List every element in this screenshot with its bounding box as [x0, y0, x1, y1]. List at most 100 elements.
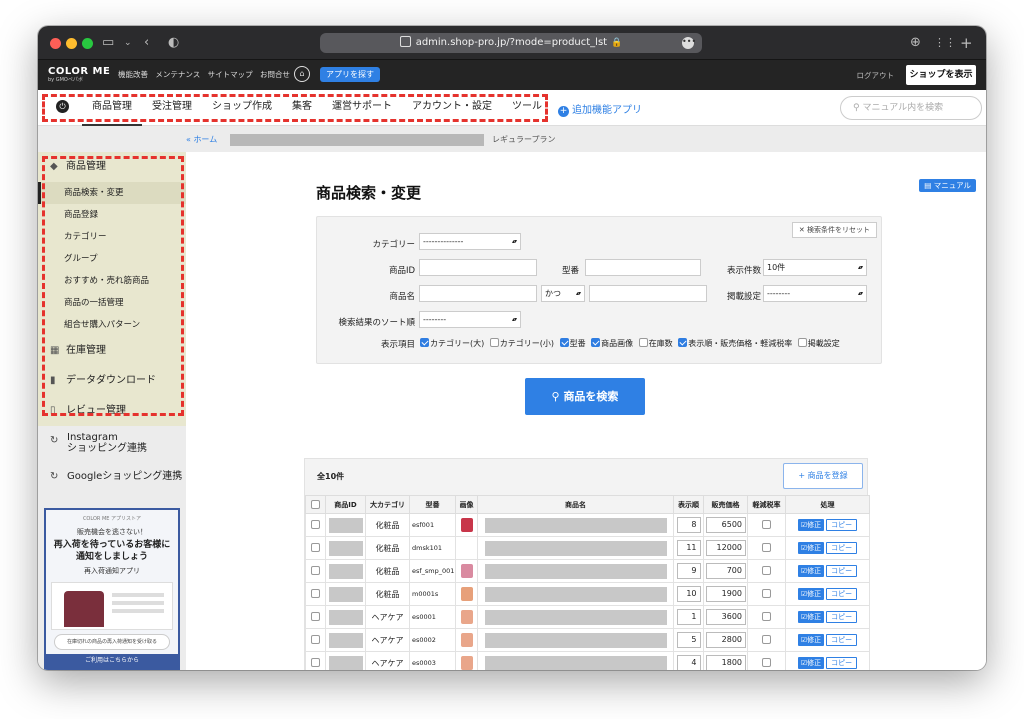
sidebar-item-recommended[interactable]: おすすめ・売れ筋商品 — [38, 270, 186, 292]
product-thumbnail[interactable] — [460, 518, 473, 532]
display-order-input[interactable]: 11 — [676, 540, 701, 556]
sort-select[interactable]: -------- — [419, 311, 521, 328]
edit-button[interactable]: ☑修正 — [797, 657, 825, 669]
tab-orders[interactable]: 受注管理 — [142, 90, 202, 126]
row-checkbox[interactable] — [305, 536, 326, 560]
top-link-contact[interactable]: お問合せ — [260, 70, 290, 79]
sidebar-item-product-register[interactable]: 商品登録 — [38, 204, 186, 226]
product-name-input[interactable] — [419, 285, 537, 302]
copy-button[interactable]: コピー — [826, 611, 858, 623]
view-shop-button[interactable]: ショップを表示 — [906, 65, 976, 85]
product-id-input[interactable] — [419, 259, 537, 276]
reduced-tax-checkbox[interactable] — [761, 543, 771, 552]
sidebar-item-bulk[interactable]: 商品の一括管理 — [38, 292, 186, 314]
shield-icon[interactable]: ◐ — [168, 34, 179, 52]
minimize-window-button[interactable] — [66, 38, 77, 49]
display-order-input[interactable]: 9 — [676, 563, 701, 579]
column-toggle-model[interactable]: 型番 — [559, 338, 586, 348]
display-count-select[interactable]: 10件 — [763, 259, 867, 276]
col-header-order[interactable]: 表示順 — [673, 495, 704, 514]
price-input[interactable]: 6500 — [706, 517, 746, 533]
find-app-button[interactable]: アプリを探す — [320, 67, 380, 82]
row-checkbox[interactable] — [305, 582, 326, 606]
copy-button[interactable]: コピー — [826, 542, 858, 554]
sidebar-item-product-search[interactable]: 商品検索・変更 — [38, 182, 186, 204]
sidebar-item-instagram[interactable]: ↻ Instagram ショッピング連携 — [38, 426, 186, 460]
sidebar-item-category[interactable]: カテゴリー — [38, 226, 186, 248]
reduced-tax-checkbox[interactable] — [761, 658, 771, 667]
sidebar-toggle-icon[interactable]: ▭ — [102, 34, 114, 52]
display-order-input[interactable]: 8 — [676, 517, 701, 533]
edit-button[interactable]: ☑修正 — [797, 565, 825, 577]
price-input[interactable]: 3600 — [706, 609, 746, 625]
sidebar-item-reviews[interactable]: ▯ レビュー管理 — [38, 396, 186, 426]
product-thumbnail[interactable] — [460, 656, 473, 670]
search-products-button[interactable]: ⚲ 商品を検索 — [525, 378, 645, 415]
edit-button[interactable]: ☑修正 — [797, 519, 825, 531]
product-thumbnail[interactable] — [460, 633, 473, 647]
sidebar-item-group[interactable]: グループ — [38, 248, 186, 270]
row-checkbox[interactable] — [305, 628, 326, 652]
column-toggle-order-price-tax[interactable]: 表示順・販売価格・軽減税率 — [678, 338, 792, 348]
colorme-logo[interactable]: COLOR ME by GMOペパボ — [48, 66, 110, 83]
copy-button[interactable]: コピー — [826, 634, 858, 646]
sidebar-section-products[interactable]: ◆ 商品管理 — [38, 152, 186, 182]
new-tab-icon[interactable]: + — [960, 34, 973, 52]
edit-button[interactable]: ☑修正 — [797, 634, 825, 646]
back-icon[interactable]: ‹ — [144, 34, 149, 52]
listing-select[interactable]: -------- — [763, 285, 867, 302]
grid-icon[interactable]: ⋮⋮ — [934, 34, 956, 52]
price-input[interactable]: 700 — [706, 563, 746, 579]
edit-button[interactable]: ☑修正 — [797, 588, 825, 600]
manual-button[interactable]: ▤ マニュアル — [919, 179, 976, 192]
tab-support[interactable]: 運営サポート — [322, 90, 402, 126]
row-checkbox[interactable] — [305, 651, 326, 670]
col-header-name[interactable]: 商品名 — [477, 495, 674, 514]
sidebar-item-download[interactable]: ▮ データダウンロード — [38, 366, 186, 396]
close-window-button[interactable] — [50, 38, 61, 49]
tab-shop-build[interactable]: ショップ作成 — [202, 90, 282, 126]
price-input[interactable]: 2800 — [706, 632, 746, 648]
address-bar[interactable]: admin.shop-pro.jp/?mode=product_lst 🔒 ••• — [320, 33, 702, 53]
and-or-select[interactable]: かつ — [541, 285, 585, 302]
product-thumbnail[interactable] — [460, 610, 473, 624]
reset-filters-button[interactable]: ✕ 検索条件をリセット — [791, 222, 877, 238]
display-order-input[interactable]: 4 — [676, 655, 701, 670]
top-link-maintenance[interactable]: メンテナンス — [155, 70, 200, 79]
edit-button[interactable]: ☑修正 — [797, 542, 825, 554]
col-header-price[interactable]: 販売価格 — [703, 495, 748, 514]
display-order-input[interactable]: 5 — [676, 632, 701, 648]
row-checkbox[interactable] — [305, 513, 326, 537]
col-header-id[interactable]: 商品ID — [325, 495, 366, 514]
add-app-link[interactable]: + 追加機能アプリ — [558, 101, 642, 117]
product-thumbnail[interactable] — [460, 564, 473, 578]
reduced-tax-checkbox[interactable] — [761, 635, 771, 644]
zoom-window-button[interactable] — [82, 38, 93, 49]
product-thumbnail[interactable] — [460, 587, 473, 601]
price-input[interactable]: 1900 — [706, 586, 746, 602]
tab-tools[interactable]: ツール — [502, 90, 552, 126]
top-link-improvements[interactable]: 機能改善 — [118, 70, 148, 79]
column-toggle-category-large[interactable]: カテゴリー(大) — [420, 338, 484, 348]
restock-app-banner[interactable]: COLOR ME アプリストア 販売機会を逃さない！ 再入荷を待っているお客様に… — [44, 508, 180, 670]
tab-account[interactable]: アカウント・設定 — [402, 90, 502, 126]
display-order-input[interactable]: 10 — [676, 586, 701, 602]
copy-button[interactable]: コピー — [826, 565, 858, 577]
chevron-down-icon[interactable]: ⌄ — [124, 34, 132, 52]
logout-link[interactable]: ログアウト — [857, 70, 895, 81]
reduced-tax-checkbox[interactable] — [761, 589, 771, 598]
tab-products[interactable]: 商品管理 — [82, 90, 142, 126]
price-input[interactable]: 1800 — [706, 655, 746, 670]
help-icon[interactable]: ⌂ — [294, 66, 310, 82]
model-input[interactable] — [585, 259, 701, 276]
col-header-category[interactable]: 大カテゴリ — [365, 495, 410, 514]
top-link-sitemap[interactable]: サイトマップ — [208, 70, 253, 79]
row-checkbox[interactable] — [305, 559, 326, 583]
home-icon[interactable]: ⏻ — [56, 100, 69, 113]
category-select[interactable]: -------------- — [419, 233, 521, 250]
product-name-input-2[interactable] — [589, 285, 707, 302]
copy-button[interactable]: コピー — [826, 519, 858, 531]
col-header-model[interactable]: 型番 — [409, 495, 456, 514]
breadcrumb-home[interactable]: « ホーム — [186, 134, 217, 145]
tab-marketing[interactable]: 集客 — [282, 90, 322, 126]
